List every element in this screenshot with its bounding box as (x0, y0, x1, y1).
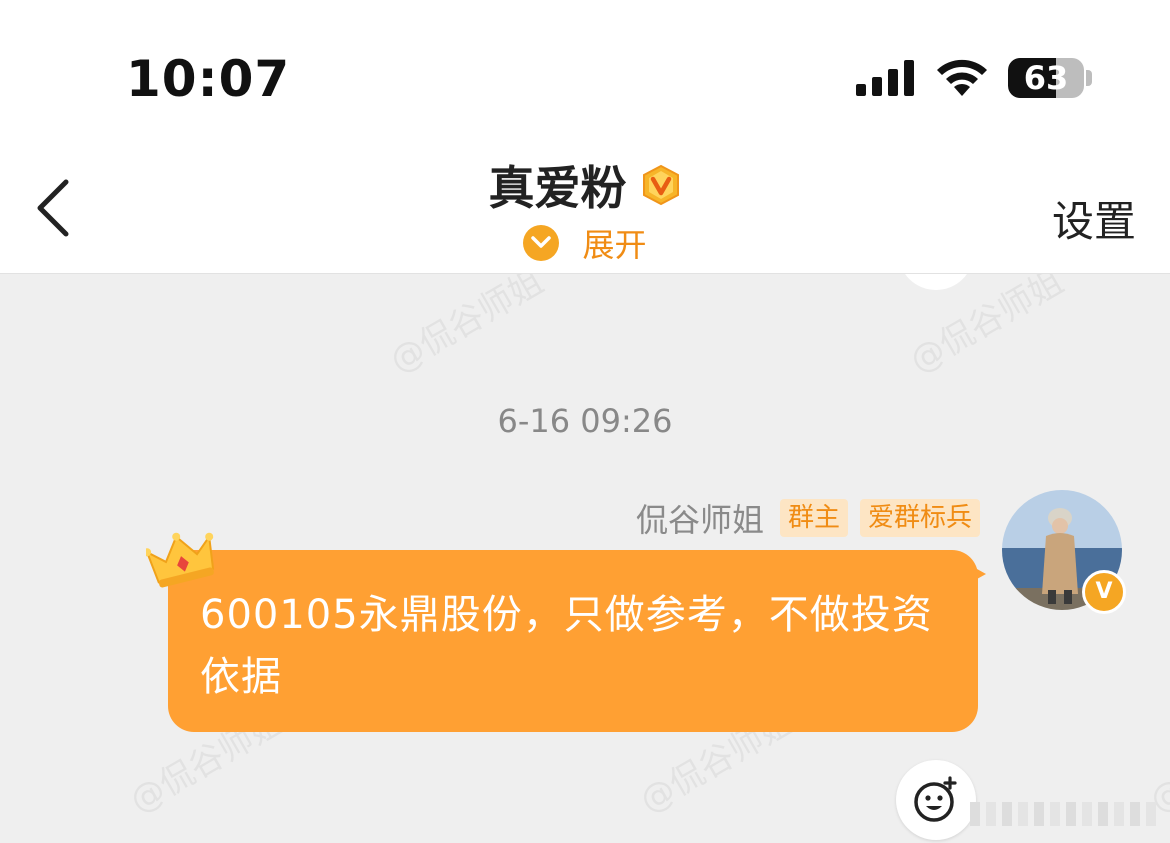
sender-info: 侃谷师姐 群主 爱群标兵 (636, 496, 980, 540)
nav-header: 真爱粉 展开 设置 (0, 140, 1170, 274)
owner-tag: 群主 (779, 499, 848, 537)
wifi-icon (937, 59, 987, 96)
vip-v-badge-icon (642, 164, 679, 206)
battery-icon: 63 (1008, 58, 1084, 98)
message-bubble[interactable]: 600105永鼎股份，只做参考，不做投资依据 (168, 550, 978, 732)
expand-toggle[interactable]: 展开 (0, 220, 1170, 266)
scroll-button-partial[interactable] (898, 274, 974, 290)
title-area: 真爱粉 (0, 152, 1170, 218)
message-timestamp: 6-16 09:26 (497, 402, 673, 440)
chat-area[interactable]: @侃谷师姐 @侃谷师姐 @侃谷师姐 @侃谷师姐 @侃谷师姐 6-16 09:26… (0, 274, 1170, 843)
settings-button[interactable]: 设置 (1052, 188, 1136, 249)
chevron-down-icon (523, 225, 560, 261)
battery-level: 63 (1023, 59, 1069, 97)
crown-icon (146, 532, 215, 588)
status-bar: 10:07 63 (0, 0, 1170, 140)
expand-label: 展开 (582, 226, 647, 264)
watermark: @侃谷师姐 (383, 274, 551, 382)
status-time: 10:07 (126, 50, 291, 108)
chat-screen: 10:07 63 真爱粉 展开 设置 @侃谷师姐 @侃谷师姐 @侃谷师姐 @侃谷… (0, 0, 1170, 843)
battery-tip (1086, 70, 1092, 86)
verified-v-icon: V (1082, 570, 1126, 614)
emoji-plus-icon (914, 776, 957, 822)
input-bar-partial (970, 802, 1156, 826)
member-tag: 爱群标兵 (859, 499, 980, 537)
message-text: 600105永鼎股份，只做参考，不做投资依据 (200, 592, 933, 700)
watermark: @侃谷师姐 (903, 274, 1071, 382)
sender-name[interactable]: 侃谷师姐 (636, 495, 764, 541)
cellular-signal-icon (856, 60, 914, 96)
page-title: 真爱粉 (488, 161, 627, 215)
